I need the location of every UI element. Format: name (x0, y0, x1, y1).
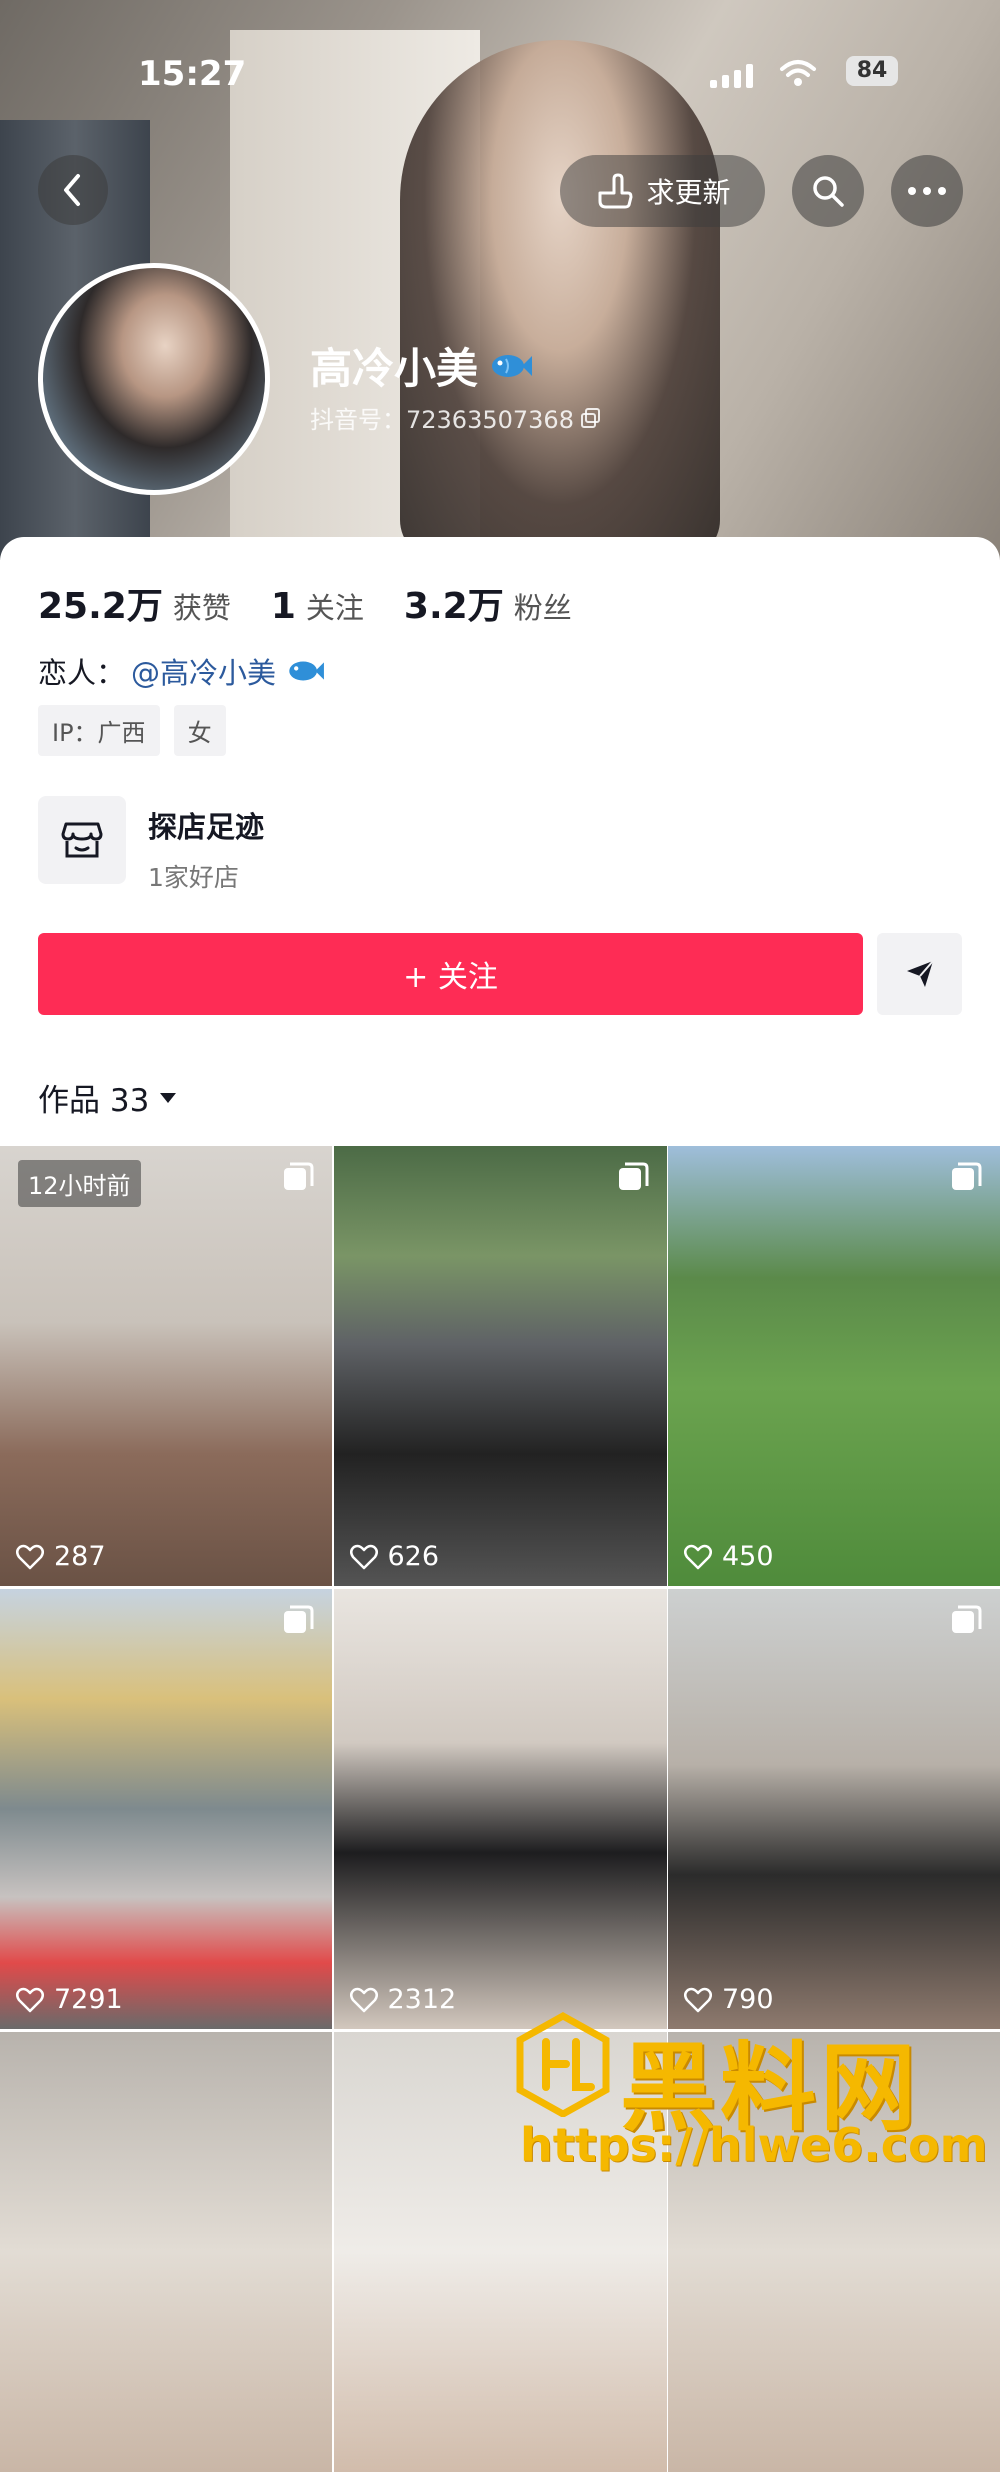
heart-icon (684, 1544, 712, 1569)
shop-subtitle: 1家好店 (148, 863, 239, 892)
fish-icon (289, 661, 324, 681)
works-tab[interactable]: 作品 33 (38, 1075, 177, 1120)
back-button[interactable] (38, 155, 108, 225)
likes-count: 25.2万 (38, 586, 163, 627)
following-label: 关注 (305, 591, 364, 625)
shop-title: 探店足迹 (148, 810, 265, 844)
works-grid: 12小时前 287 626 450 7291 2312 790 (0, 1146, 1000, 2472)
video-thumbnail[interactable]: 7291 (0, 1589, 332, 2029)
like-count-text: 450 (722, 1541, 774, 1572)
like-count: 2312 (349, 1984, 457, 2015)
watermark-url: https://hlwe6.com (520, 2118, 988, 2172)
avatar[interactable] (38, 263, 270, 495)
douyin-id-text: 抖音号：72363507368 (310, 406, 574, 434)
video-thumbnail[interactable]: 626 (333, 1146, 667, 1586)
caret-down-icon (160, 1092, 177, 1103)
status-bar: 15:27 84 (0, 48, 1000, 98)
video-thumbnail[interactable]: 2312 (333, 1589, 667, 2029)
multi-image-icon (284, 1162, 314, 1190)
more-dots-icon (908, 187, 946, 195)
share-button[interactable] (877, 933, 962, 1015)
followers-count: 3.2万 (403, 586, 504, 627)
ip-tag: IP：广西 (38, 705, 160, 756)
request-update-button[interactable]: 求更新 (560, 155, 765, 227)
heart-icon (16, 1544, 44, 1569)
heart-icon (349, 1987, 378, 2012)
multi-image-icon (952, 1162, 982, 1190)
following-count: 1 (270, 586, 296, 627)
works-label: 作品 33 (38, 1083, 150, 1119)
video-thumbnail[interactable]: 450 (668, 1146, 1000, 1586)
time-badge: 12小时前 (18, 1160, 141, 1207)
multi-image-icon (618, 1162, 648, 1190)
follow-button[interactable]: + 关注 (38, 933, 863, 1015)
search-button[interactable] (792, 155, 864, 227)
douyin-id: 抖音号：72363507368 (310, 400, 602, 435)
following-stat[interactable]: 1 关注 (271, 585, 364, 627)
heart-icon (349, 1544, 378, 1569)
followers-stat[interactable]: 3.2万 粉丝 (404, 577, 572, 629)
heart-icon (16, 1987, 44, 2012)
pointing-hand-icon (598, 173, 633, 209)
likes-label: 获赞 (172, 591, 231, 625)
chevron-left-icon (64, 174, 80, 206)
search-icon (813, 176, 844, 207)
profile-stats: 25.2万 获赞 1 关注 3.2万 粉丝 (38, 577, 612, 629)
followers-label: 粉丝 (513, 591, 572, 625)
video-thumbnail[interactable]: 790 (668, 1589, 1000, 2029)
signal-icon (710, 62, 760, 88)
video-thumbnail[interactable] (0, 2032, 332, 2472)
likes-stat: 25.2万 获赞 (38, 577, 231, 629)
like-count: 626 (349, 1541, 440, 1572)
multi-image-icon (284, 1605, 314, 1633)
gender-tag: 女 (173, 705, 226, 756)
profile-name-text: 高冷小美 (310, 344, 479, 393)
wifi-icon (780, 60, 816, 86)
like-count: 287 (16, 1541, 106, 1572)
multi-image-icon (952, 1605, 982, 1633)
like-count: 450 (684, 1541, 774, 1572)
lover-line: 恋人： @高冷小美 (38, 650, 324, 692)
status-time: 15:27 (138, 54, 247, 94)
request-update-label: 求更新 (646, 176, 731, 209)
profile-tags: IP：广西 女 (38, 705, 226, 756)
battery-indicator: 84 (846, 56, 898, 86)
heart-icon (684, 1987, 712, 2012)
like-count-text: 626 (387, 1541, 440, 1572)
video-thumbnail[interactable] (333, 2032, 667, 2472)
lover-link[interactable]: @高冷小美 (131, 650, 324, 692)
like-count: 7291 (16, 1984, 123, 2015)
copy-icon[interactable] (580, 407, 602, 429)
store-icon (38, 796, 126, 884)
like-count-text: 2312 (387, 1984, 457, 2015)
fish-icon (492, 354, 533, 377)
shop-entry[interactable]: 探店足迹 1家好店 (38, 796, 264, 894)
like-count-text: 7291 (54, 1984, 123, 2015)
lover-label: 恋人： (38, 656, 126, 690)
send-icon (906, 960, 934, 987)
profile-name: 高冷小美 (310, 335, 533, 396)
watermark-logo-icon (516, 2012, 610, 2117)
like-count-text: 287 (54, 1541, 106, 1572)
more-button[interactable] (891, 155, 963, 227)
video-thumbnail[interactable]: 12小时前 287 (0, 1146, 332, 1586)
lover-name[interactable]: @高冷小美 (131, 650, 276, 692)
